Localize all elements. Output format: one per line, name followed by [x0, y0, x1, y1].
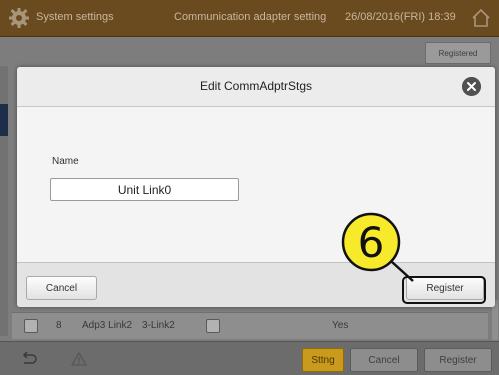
row-number: 8 — [56, 320, 62, 331]
back-arrow-icon — [22, 352, 37, 364]
step-number: 6 — [357, 217, 385, 267]
row-adapter: Adp3 Link2 — [82, 320, 133, 331]
gear-icon — [9, 8, 29, 28]
name-label: Name — [52, 156, 79, 167]
dialog-title: Edit CommAdptrStgs — [199, 79, 313, 93]
screen-title: Communication adapter setting — [174, 11, 327, 23]
row-checkbox[interactable] — [24, 319, 38, 333]
warning-icon — [71, 352, 87, 366]
title-bar: System settings Communication adapter se… — [0, 0, 499, 37]
dialog-footer: Cancel Register — [17, 262, 495, 307]
row-link: 3-Link2 — [142, 320, 175, 331]
datetime: 26/08/2016(FRI) 18:39 — [345, 11, 456, 23]
back-button[interactable] — [8, 348, 50, 370]
bottom-register-button[interactable]: Register — [424, 348, 492, 372]
row-status: Yes — [332, 320, 349, 331]
name-input[interactable]: Unit Link0 — [50, 178, 239, 201]
app-title: System settings — [36, 11, 114, 23]
bottom-bar: Sttng Cancel Register — [0, 341, 499, 375]
sttng-button[interactable]: Sttng — [302, 348, 344, 372]
dialog-header: Edit CommAdptrStgs — [17, 67, 495, 107]
close-icon[interactable] — [462, 77, 481, 96]
edit-comm-adapter-dialog: Edit CommAdptrStgs Name Unit Link0 Cance… — [17, 67, 495, 307]
left-list-strip — [0, 66, 8, 336]
register-button[interactable]: Register — [406, 276, 484, 300]
warning-button[interactable] — [58, 348, 100, 370]
row-checkbox-2[interactable] — [206, 319, 220, 333]
table-row[interactable]: 8 Adp3 Link2 3-Link2 Yes — [12, 312, 488, 339]
home-icon[interactable] — [470, 7, 492, 29]
cancel-button[interactable]: Cancel — [26, 276, 97, 300]
bottom-cancel-button[interactable]: Cancel — [350, 348, 418, 372]
registered-filter-button[interactable]: Registered — [425, 42, 491, 64]
